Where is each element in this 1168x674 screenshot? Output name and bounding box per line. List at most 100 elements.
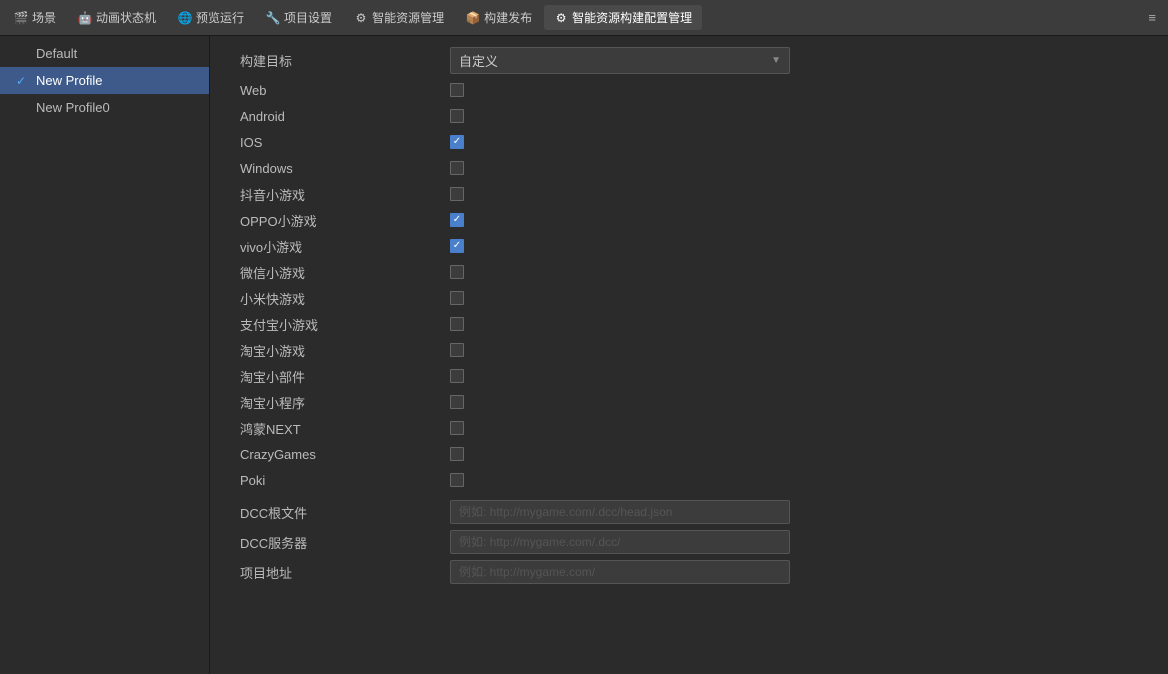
platform-row-crazygames: CrazyGames xyxy=(230,441,1148,467)
toolbar: 🎬场景 🤖 动画状态机 🌐预览运行 🔧 项目设置 ⚙智能资源管理 📦 构建发布 ⚙智能资源构建配置… xyxy=(0,0,1168,36)
dcc-root-label: DCC根文件 xyxy=(230,503,450,522)
toolbar-item-label: 项目设置 xyxy=(284,9,332,26)
platform-checkbox-wechat[interactable] xyxy=(450,265,464,279)
platform-label-ios: IOS xyxy=(230,135,450,150)
platform-control-poki xyxy=(450,473,1148,487)
platform-checkbox-poki[interactable] xyxy=(450,473,464,487)
checkmark-icon xyxy=(16,47,30,61)
toolbar-item-scene[interactable]: 🎬场景 xyxy=(4,5,66,30)
platform-label-taobao-mini: 淘宝小程序 xyxy=(230,393,450,412)
platform-label-crazygames: CrazyGames xyxy=(230,447,450,462)
platform-label-taobao-game: 淘宝小游戏 xyxy=(230,341,450,360)
platform-checkbox-taobao-mini[interactable] xyxy=(450,395,464,409)
toolbar-item-smart-build[interactable]: ⚙智能资源构建配置管理 xyxy=(544,5,702,30)
platform-row-oppo: OPPO小游戏✓ xyxy=(230,207,1148,233)
platform-checkbox-douyin[interactable] xyxy=(450,187,464,201)
platform-control-hongnext xyxy=(450,421,1148,435)
platform-control-web xyxy=(450,83,1148,97)
platform-row-xiaomi: 小米快游戏 xyxy=(230,285,1148,311)
platform-row-poki: Poki xyxy=(230,467,1148,493)
sidebar: Default✓New Profile New Profile0 xyxy=(0,36,210,674)
platform-checkbox-crazygames[interactable] xyxy=(450,447,464,461)
platform-control-ios: ✓ xyxy=(450,135,1148,149)
platform-row-android: Android xyxy=(230,103,1148,129)
platform-checkbox-hongnext[interactable] xyxy=(450,421,464,435)
project-toolbar-icon: 🔧 xyxy=(266,11,280,25)
platform-row-douyin: 抖音小游戏 xyxy=(230,181,1148,207)
toolbar-item-preview[interactable]: 🌐预览运行 xyxy=(168,5,254,30)
toolbar-item-label: 动画状态机 xyxy=(96,9,156,26)
build-target-value: 自定义 xyxy=(459,51,498,70)
platform-checkbox-taobao-game[interactable] xyxy=(450,343,464,357)
dcc-root-row: DCC根文件 xyxy=(230,497,1148,527)
build-target-row: 构建目标 自定义 ▼ xyxy=(230,44,1148,77)
project-url-label: 项目地址 xyxy=(230,563,450,582)
toolbar-item-animation[interactable]: 🤖 动画状态机 xyxy=(68,5,166,30)
project-url-row: 项目地址 xyxy=(230,557,1148,587)
form-section: 构建目标 自定义 ▼ WebAndroidIOS✓Windows抖音小游戏OPP… xyxy=(210,36,1168,595)
toolbar-item-smart-resource[interactable]: ⚙智能资源管理 xyxy=(344,5,454,30)
platform-control-windows xyxy=(450,161,1148,175)
platform-row-wechat: 微信小游戏 xyxy=(230,259,1148,285)
platform-label-web: Web xyxy=(230,83,450,98)
toolbar-item-project[interactable]: 🔧 项目设置 xyxy=(256,5,342,30)
project-url-input[interactable] xyxy=(450,560,790,584)
dcc-server-input[interactable] xyxy=(450,530,790,554)
platform-control-taobao-widget xyxy=(450,369,1148,383)
dcc-server-row: DCC服务器 xyxy=(230,527,1148,557)
build-target-control: 自定义 ▼ xyxy=(450,47,1148,74)
platform-checkbox-web[interactable] xyxy=(450,83,464,97)
platform-label-xiaomi: 小米快游戏 xyxy=(230,289,450,308)
platform-control-alipay xyxy=(450,317,1148,331)
platform-checkbox-alipay[interactable] xyxy=(450,317,464,331)
toolbar-menu-button[interactable]: ≡ xyxy=(1140,6,1164,29)
toolbar-item-build[interactable]: 📦 构建发布 xyxy=(456,5,542,30)
platform-checkbox-vivo[interactable]: ✓ xyxy=(450,239,464,253)
sidebar-item-label: New Profile0 xyxy=(36,100,110,115)
platform-row-hongnext: 鸿蒙NEXT xyxy=(230,415,1148,441)
sidebar-item-new-profile0[interactable]: New Profile0 xyxy=(0,94,209,121)
platform-row-taobao-mini: 淘宝小程序 xyxy=(230,389,1148,415)
platform-checkbox-taobao-widget[interactable] xyxy=(450,369,464,383)
platform-label-taobao-widget: 淘宝小部件 xyxy=(230,367,450,386)
platform-checkbox-android[interactable] xyxy=(450,109,464,123)
smart-build-toolbar-icon: ⚙ xyxy=(554,11,568,25)
platform-label-oppo: OPPO小游戏 xyxy=(230,211,450,230)
animation-toolbar-icon: 🤖 xyxy=(78,11,92,25)
platform-checkbox-windows[interactable] xyxy=(450,161,464,175)
platform-control-crazygames xyxy=(450,447,1148,461)
scene-toolbar-icon: 🎬 xyxy=(14,11,28,25)
platform-checkbox-xiaomi[interactable] xyxy=(450,291,464,305)
checkbox-check-icon: ✓ xyxy=(453,241,461,251)
main-layout: Default✓New Profile New Profile0 构建目标 自定… xyxy=(0,36,1168,674)
build-target-dropdown[interactable]: 自定义 ▼ xyxy=(450,47,790,74)
dcc-server-control xyxy=(450,530,1148,554)
toolbar-item-label: 构建发布 xyxy=(484,9,532,26)
platform-row-windows: Windows xyxy=(230,155,1148,181)
sidebar-item-new-profile[interactable]: ✓New Profile xyxy=(0,67,209,94)
platform-checkbox-ios[interactable]: ✓ xyxy=(450,135,464,149)
platform-row-vivo: vivo小游戏✓ xyxy=(230,233,1148,259)
platform-control-android xyxy=(450,109,1148,123)
build-toolbar-icon: 📦 xyxy=(466,11,480,25)
project-url-control xyxy=(450,560,1148,584)
checkbox-check-icon: ✓ xyxy=(453,215,461,225)
dcc-server-label: DCC服务器 xyxy=(230,533,450,552)
platform-control-vivo: ✓ xyxy=(450,239,1148,253)
platform-row-ios: IOS✓ xyxy=(230,129,1148,155)
build-target-label: 构建目标 xyxy=(230,51,450,70)
dcc-root-input[interactable] xyxy=(450,500,790,524)
sidebar-item-default[interactable]: Default xyxy=(0,40,209,67)
platform-row-alipay: 支付宝小游戏 xyxy=(230,311,1148,337)
platform-label-wechat: 微信小游戏 xyxy=(230,263,450,282)
dcc-root-control xyxy=(450,500,1148,524)
platform-label-poki: Poki xyxy=(230,473,450,488)
platform-checkbox-oppo[interactable]: ✓ xyxy=(450,213,464,227)
toolbar-item-label: 预览运行 xyxy=(196,9,244,26)
checkmark-icon xyxy=(16,101,30,115)
platform-control-wechat xyxy=(450,265,1148,279)
content-area: 构建目标 自定义 ▼ WebAndroidIOS✓Windows抖音小游戏OPP… xyxy=(210,36,1168,674)
platform-row-web: Web xyxy=(230,77,1148,103)
platform-row-taobao-game: 淘宝小游戏 xyxy=(230,337,1148,363)
platform-label-android: Android xyxy=(230,109,450,124)
